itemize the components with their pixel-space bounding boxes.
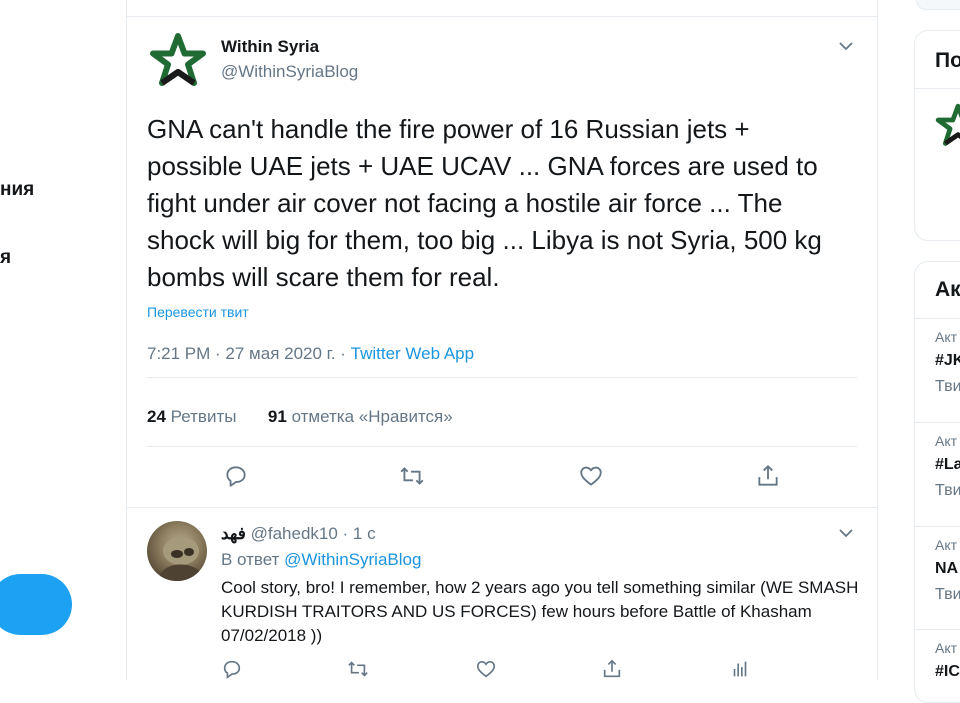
replying-to: В ответ @WithinSyriaBlog — [221, 550, 421, 570]
trend-item[interactable]: Акт #La Тви — [915, 422, 960, 527]
compose-tweet-button[interactable] — [0, 574, 72, 635]
tweet-source-link[interactable]: Twitter Web App — [351, 344, 474, 363]
retweets-stat[interactable]: 24 Ретвиты — [147, 407, 236, 426]
nav-item-partial-1[interactable]: ния — [0, 179, 34, 201]
nav-item-label: я — [0, 247, 12, 268]
panel-title: По — [935, 49, 960, 72]
retweet-icon[interactable] — [347, 658, 369, 680]
tweet-text: GNA can't handle the fire power of 16 Ru… — [147, 114, 822, 292]
tweet-actions — [127, 463, 877, 493]
trend-name: NA — [935, 560, 959, 577]
share-icon[interactable] — [755, 463, 781, 489]
reply-icon[interactable] — [223, 463, 249, 489]
trend-category: Акт — [935, 329, 958, 345]
focused-tweet: Within Syria @WithinSyriaBlog GNA can't … — [127, 17, 877, 507]
divider — [147, 377, 857, 378]
replying-to-link[interactable]: @WithinSyriaBlog — [284, 550, 421, 569]
trend-category: Акт — [935, 433, 958, 449]
caret-down-icon[interactable] — [837, 37, 855, 55]
like-icon[interactable] — [578, 463, 604, 489]
reply-icon[interactable] — [221, 658, 243, 680]
retweets-label: Ретвиты — [165, 407, 237, 426]
trend-name: #JK — [935, 352, 960, 369]
trend-category: Акт — [935, 537, 958, 553]
trend-count: Тви — [935, 378, 960, 395]
likes-stat[interactable]: 91 отметка «Нравится» — [268, 407, 453, 426]
star-logo-icon — [150, 33, 206, 86]
author-handle[interactable]: @WithinSyriaBlog — [221, 62, 358, 82]
search-bar[interactable] — [916, 0, 960, 10]
retweet-icon[interactable] — [399, 463, 425, 489]
analytics-icon[interactable] — [729, 658, 751, 680]
reply-author-name[interactable]: فهد — [221, 524, 246, 543]
nav-item-partial-2[interactable]: я — [0, 247, 11, 269]
panel-title: Ак — [935, 278, 960, 301]
tweet-timestamp[interactable]: 7:21 PM · 27 мая 2020 г. · — [147, 344, 351, 363]
trend-item[interactable]: Акт #JK Тви — [915, 318, 960, 423]
retweets-count: 24 — [147, 407, 166, 426]
trend-category: Акт — [935, 640, 958, 656]
divider — [147, 446, 857, 447]
author-name[interactable]: Within Syria — [221, 37, 319, 57]
nav-item-label: ния — [0, 179, 35, 200]
trend-name: #La — [935, 456, 960, 473]
author-avatar[interactable] — [149, 32, 207, 90]
trend-name: #IC — [935, 663, 960, 680]
star-logo-icon[interactable] — [935, 103, 960, 149]
translate-tweet-link[interactable]: Перевести твит — [147, 304, 249, 320]
timeline-column: Within Syria @WithinSyriaBlog GNA can't … — [126, 0, 878, 680]
trend-count: Тви — [935, 482, 960, 499]
share-icon[interactable] — [601, 658, 623, 680]
replying-to-label: В ответ — [221, 550, 285, 569]
trend-item[interactable]: Акт NA Тви — [915, 526, 960, 631]
reply-header: فهد @fahedk10 · 1 с — [221, 524, 376, 544]
trends-panel: Ак Акт #JK Тви Акт #La Тви Акт NA Тви Ак… — [914, 261, 960, 703]
reply-tweet[interactable]: فهد @fahedk10 · 1 с В ответ @WithinSyria… — [127, 508, 877, 680]
trend-count: Тви — [935, 586, 960, 603]
cat-photo-icon — [157, 537, 207, 581]
caret-down-icon[interactable] — [837, 524, 855, 542]
divider — [915, 88, 960, 89]
like-icon[interactable] — [475, 658, 497, 680]
reply-author-avatar[interactable] — [147, 521, 207, 581]
tweet-meta: 7:21 PM · 27 мая 2020 г. · Twitter Web A… — [147, 344, 474, 364]
reply-actions — [127, 658, 877, 682]
who-to-follow-panel: По — [914, 30, 960, 241]
reply-handle-time[interactable]: @fahedk10 · 1 с — [246, 524, 376, 543]
reply-text: Cool story, bro! I remember, how 2 years… — [221, 578, 859, 645]
trend-item[interactable]: Акт #IC — [915, 629, 960, 702]
likes-count: 91 — [267, 407, 287, 426]
likes-label: отметка «Нравится» — [286, 407, 453, 426]
tweet-stats: 24 Ретвиты 91 отметка «Нравится» — [147, 407, 453, 427]
